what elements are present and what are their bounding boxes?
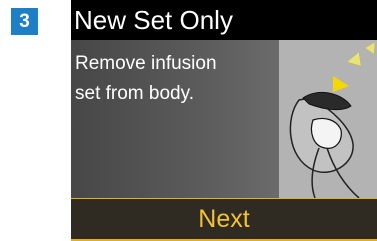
infusion-set-removal-illustration: [279, 40, 377, 199]
next-button[interactable]: Next: [71, 198, 377, 241]
instruction-line-1: Remove infusion: [75, 53, 217, 74]
step-number-badge: 3: [11, 8, 38, 35]
arrow-icon: [346, 51, 362, 67]
next-button-label: Next: [198, 205, 250, 233]
arrow-icon: [333, 76, 349, 92]
instruction-line-2: set from body.: [75, 83, 194, 104]
pump-screen: New Set Only Remove infusion set from bo…: [71, 0, 377, 241]
screen-title: New Set Only: [71, 0, 377, 40]
screen-body: Remove infusion set from body.: [71, 40, 377, 199]
arrow-icon: [364, 41, 376, 55]
instruction-text: Remove infusion set from body.: [75, 49, 275, 109]
